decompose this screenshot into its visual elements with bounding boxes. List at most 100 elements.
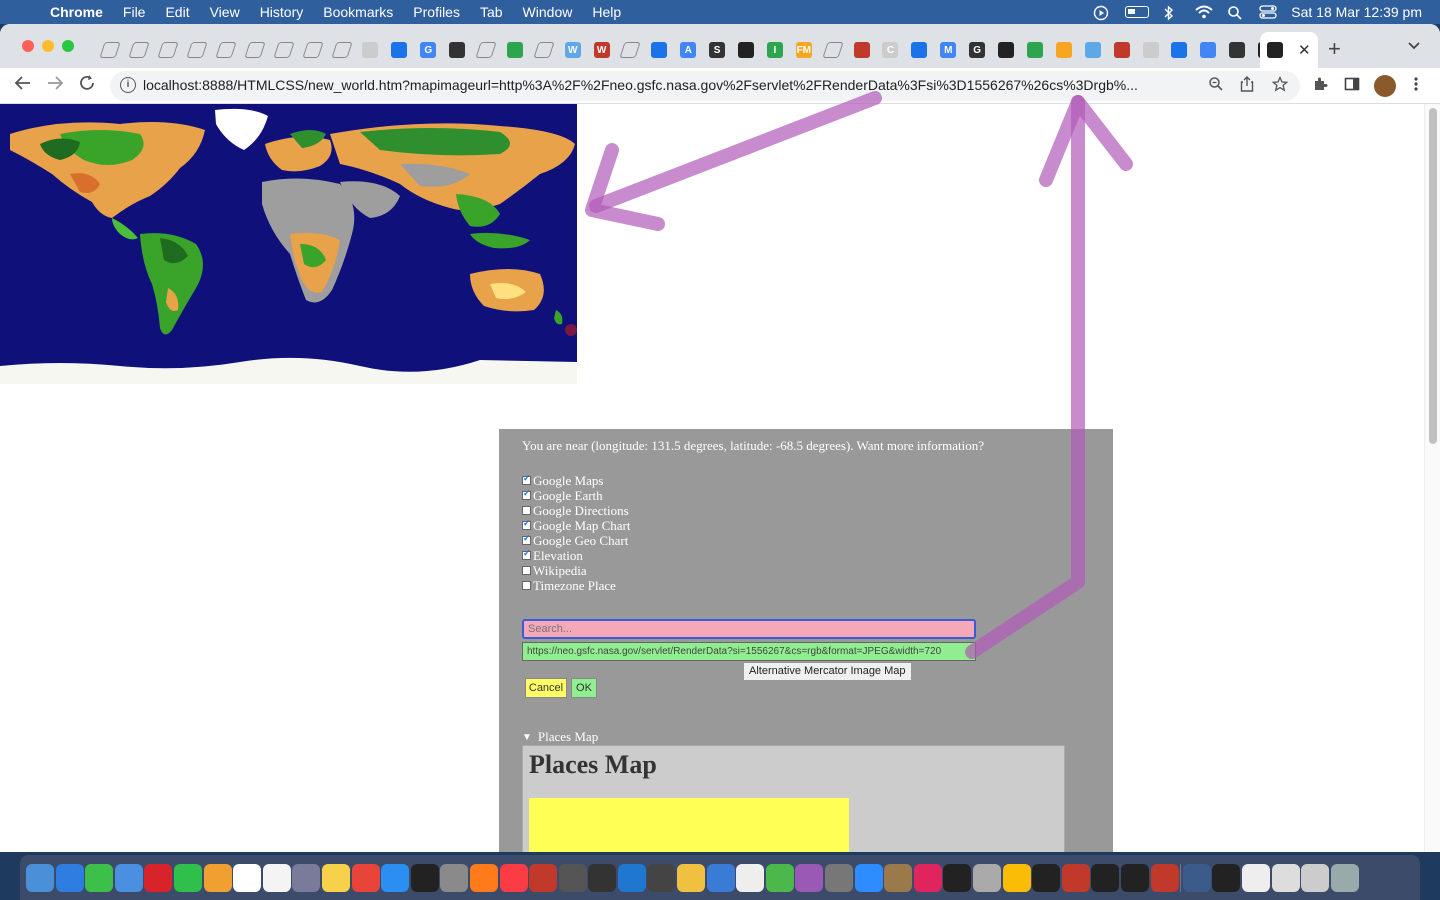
option-row[interactable]: Elevation	[522, 548, 583, 563]
dock-textedit-icon[interactable]	[736, 863, 765, 892]
menu-profiles[interactable]: Profiles	[403, 0, 470, 24]
profile-avatar[interactable]	[1374, 75, 1396, 97]
window-close-button[interactable]	[22, 40, 34, 52]
pinned-tab-26[interactable]	[847, 36, 876, 64]
pinned-tab-23[interactable]: I	[760, 36, 789, 64]
battery-icon[interactable]	[1125, 6, 1150, 18]
pinned-tab-21[interactable]: S	[703, 36, 732, 64]
option-row[interactable]: Google Map Chart	[522, 518, 630, 533]
active-tab[interactable]: ✕	[1260, 32, 1318, 68]
dock-preview-icon[interactable]	[706, 863, 735, 892]
dock-compass-icon[interactable]	[647, 863, 676, 892]
dock-reminders-icon[interactable]	[262, 863, 291, 892]
menu-bar-clock[interactable]: Sat 18 Mar 12:39 pm	[1291, 4, 1422, 20]
dock-chrome-icon[interactable]	[1002, 863, 1031, 892]
pinned-tab-31[interactable]	[992, 36, 1021, 64]
extensions-icon[interactable]	[1312, 76, 1328, 96]
option-checkbox[interactable]	[522, 506, 531, 515]
dock-disk-icon[interactable]	[884, 863, 913, 892]
world-map-image[interactable]	[0, 104, 577, 384]
option-checkbox[interactable]	[522, 566, 531, 575]
pinned-tab-28[interactable]	[905, 36, 934, 64]
dock-safari-icon[interactable]	[55, 863, 84, 892]
window-zoom-button[interactable]	[62, 40, 74, 52]
reload-icon[interactable]	[78, 74, 96, 97]
new-tab-button[interactable]: +	[1328, 36, 1341, 62]
menu-edit[interactable]: Edit	[155, 0, 199, 24]
dock-opera-icon[interactable]	[144, 863, 173, 892]
option-row[interactable]: Google Directions	[522, 503, 629, 518]
site-info-icon[interactable]: i	[120, 77, 136, 93]
dock-calculator-icon[interactable]	[558, 863, 587, 892]
play-icon[interactable]	[1093, 5, 1111, 21]
dock-calendar-icon[interactable]	[233, 863, 262, 892]
dock-finder-icon[interactable]	[26, 863, 54, 892]
url-text[interactable]: localhost:8888/HTMLCSS/new_world.htm?map…	[143, 77, 1203, 93]
chrome-menu-icon[interactable]	[1414, 76, 1418, 96]
window-minimize-button[interactable]	[42, 40, 54, 52]
dock-terminal2-icon[interactable]	[1091, 863, 1120, 892]
tab-search-icon[interactable]	[1408, 38, 1420, 53]
pinned-tab-36[interactable]	[1136, 36, 1165, 64]
pinned-tab-12[interactable]	[443, 36, 472, 64]
pinned-tab-17[interactable]: W	[587, 36, 616, 64]
option-checkbox[interactable]	[522, 518, 531, 530]
dock-app-store-icon[interactable]	[381, 863, 410, 892]
pinned-tab-18[interactable]	[616, 36, 645, 64]
pinned-tab-9[interactable]	[356, 36, 385, 64]
menu-window[interactable]: Window	[513, 0, 583, 24]
menu-history[interactable]: History	[250, 0, 314, 24]
spotlight-icon[interactable]	[1227, 5, 1245, 20]
dock-podcasts-icon[interactable]	[795, 863, 824, 892]
dock-terminal-icon[interactable]	[943, 863, 972, 892]
dock-filezilla-icon[interactable]	[529, 863, 558, 892]
dock-messages-icon[interactable]	[85, 863, 114, 892]
menu-file[interactable]: File	[113, 0, 156, 24]
pinned-tab-7[interactable]	[298, 36, 327, 64]
option-row[interactable]: Timezone Place	[522, 578, 616, 593]
dock-doc-icon[interactable]	[1271, 863, 1300, 892]
dock-maps-icon[interactable]	[765, 863, 794, 892]
control-center-icon[interactable]	[1259, 5, 1277, 19]
dock-intellij-icon[interactable]	[913, 863, 942, 892]
wifi-icon[interactable]	[1195, 5, 1213, 19]
dock-photos-icon[interactable]	[203, 863, 232, 892]
pinned-tab-1[interactable]	[125, 36, 154, 64]
pinned-tab-2[interactable]	[154, 36, 183, 64]
pinned-tab-22[interactable]	[732, 36, 761, 64]
address-bar[interactable]: i localhost:8888/HTMLCSS/new_world.htm?m…	[110, 71, 1300, 101]
share-icon[interactable]	[1240, 76, 1254, 96]
pinned-tab-10[interactable]	[385, 36, 414, 64]
dock-dock-app-icon[interactable]	[1212, 863, 1241, 892]
pinned-tab-25[interactable]	[818, 36, 847, 64]
dock-xcode-icon[interactable]	[617, 863, 646, 892]
option-row[interactable]: Google Maps	[522, 473, 603, 488]
pinned-tab-15[interactable]	[529, 36, 558, 64]
pinned-tab-6[interactable]	[269, 36, 298, 64]
bookmark-star-icon[interactable]	[1271, 75, 1289, 96]
dock-bbedit-icon[interactable]	[588, 863, 617, 892]
dock-script-icon[interactable]	[825, 863, 854, 892]
places-map-area[interactable]	[529, 798, 849, 852]
dock-music-icon[interactable]	[499, 863, 528, 892]
pinned-tab-34[interactable]	[1078, 36, 1107, 64]
cancel-button[interactable]: Cancel	[525, 678, 567, 698]
option-checkbox[interactable]	[522, 581, 531, 590]
pinned-tab-4[interactable]	[212, 36, 241, 64]
side-panel-icon[interactable]	[1344, 76, 1360, 96]
dock-downloads-icon[interactable]	[1182, 863, 1211, 892]
option-row[interactable]: Wikipedia	[522, 563, 587, 578]
pinned-tab-14[interactable]	[500, 36, 529, 64]
dock-tv-icon[interactable]	[410, 863, 439, 892]
dock-filemerge-icon[interactable]	[1150, 863, 1179, 892]
pinned-tab-3[interactable]	[183, 36, 212, 64]
pinned-tab-20[interactable]: A	[674, 36, 703, 64]
dock-notes-icon[interactable]	[321, 863, 350, 892]
dock-quicktime-icon[interactable]	[973, 863, 1001, 892]
zoom-icon[interactable]	[1208, 76, 1224, 96]
dock-zoom-icon[interactable]	[854, 863, 883, 892]
pinned-tab-33[interactable]	[1049, 36, 1078, 64]
pinned-tab-5[interactable]	[240, 36, 269, 64]
dock-tableplus-icon[interactable]	[677, 863, 706, 892]
dock-mail-icon[interactable]	[114, 863, 143, 892]
